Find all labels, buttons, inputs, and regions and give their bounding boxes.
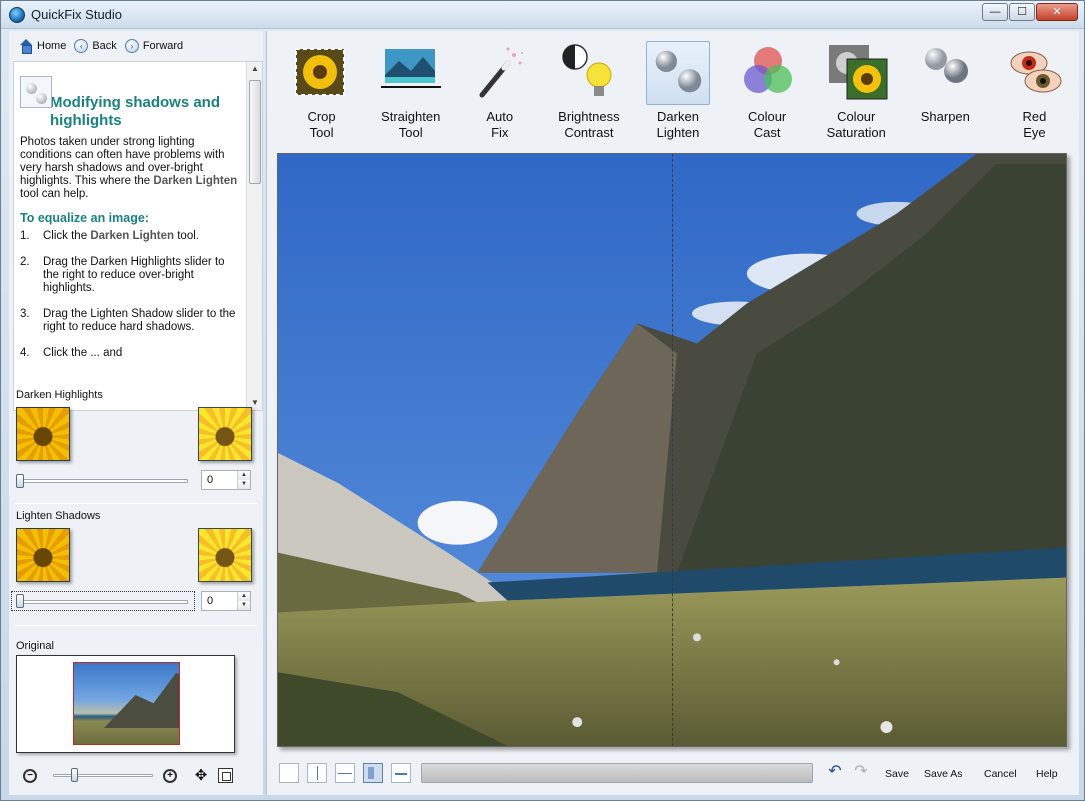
tool-brightness-contrast[interactable]: Brightness Contrast — [544, 31, 633, 143]
scroll-up-icon[interactable]: ▲ — [247, 62, 262, 76]
home-icon — [19, 39, 33, 54]
spheres-icon — [646, 41, 711, 105]
maximize-button[interactable]: ☐ — [1009, 3, 1035, 21]
lighten-shadows-label: Lighten Shadows — [16, 510, 101, 522]
title-bar: QuickFix Studio — ☐ ✕ — [1, 1, 1084, 29]
zoom-slider[interactable] — [53, 774, 153, 777]
spheres-help-icon — [20, 76, 52, 108]
help-intro: Photos taken under strong lighting condi… — [20, 136, 238, 200]
image-canvas[interactable] — [277, 153, 1067, 747]
darken-highlights-label: Darken Highlights — [16, 389, 103, 401]
tool-red-eye[interactable]: Red Eye — [990, 31, 1079, 143]
help-steps: 1. Click the Darken Lighten tool. 2. Dra… — [20, 230, 242, 360]
back-button[interactable]: ‹ Back — [74, 39, 117, 53]
forward-label: Forward — [142, 40, 184, 52]
zoom-in-icon[interactable]: + — [163, 769, 177, 783]
lighten-after-thumb — [198, 528, 252, 582]
help-step: 3. Drag the Lighten Shadow slider to the… — [20, 308, 236, 333]
tool-auto-fix[interactable]: Auto Fix — [455, 31, 544, 143]
zoom-controls: − + ✥ — [23, 767, 243, 787]
darken-highlights-spinner[interactable]: 0 ▲ ▼ — [201, 470, 251, 490]
tool-crop[interactable]: Crop Tool — [277, 31, 366, 143]
zoom-slider-knob[interactable] — [71, 768, 78, 782]
magic-wand-icon — [479, 47, 524, 98]
saturation-icon — [828, 45, 888, 100]
help-pane: Modifying shadows and highlights Photos … — [13, 61, 263, 411]
back-label: Back — [92, 40, 117, 52]
lighten-shadows-spinner[interactable]: 0 ▲ ▼ — [201, 591, 251, 611]
split-vertical-view-button[interactable] — [363, 763, 383, 783]
pan-move-icon[interactable]: ✥ — [193, 767, 209, 785]
home-label: Home — [37, 40, 67, 52]
bottom-toolbar: ↶ ↷ Save Save As Cancel Help — [267, 757, 1079, 793]
cancel-button[interactable]: Cancel — [984, 768, 1017, 780]
spin-up-icon[interactable]: ▲ — [238, 592, 250, 601]
main-panel: Crop Tool Straighten Tool Auto Fix Brigh… — [266, 31, 1079, 795]
divider — [15, 625, 257, 626]
app-window: QuickFix Studio — ☐ ✕ Home ‹ Back › Forw… — [0, 0, 1085, 801]
tool-colour-cast[interactable]: Colour Cast — [723, 31, 812, 143]
rgb-circles-icon — [743, 47, 792, 93]
tool-strip: Crop Tool Straighten Tool Auto Fix Brigh… — [267, 31, 1079, 147]
home-button[interactable]: Home — [19, 39, 67, 54]
split-horizontal-view-button[interactable] — [391, 763, 411, 783]
top-bottom-view-button[interactable] — [335, 763, 355, 783]
help-title: Modifying shadows and highlights — [50, 94, 221, 129]
forward-button[interactable]: › Forward — [124, 39, 184, 53]
help-subtitle: To equalize an image: — [20, 211, 149, 225]
darken-before-thumb — [16, 407, 70, 461]
lighten-before-thumb — [16, 528, 70, 582]
close-button[interactable]: ✕ — [1036, 3, 1078, 21]
lighten-shadows-slider[interactable] — [16, 600, 188, 604]
tool-darken-lighten[interactable]: Darken Lighten — [633, 31, 722, 143]
forward-arrow-icon: › — [124, 39, 139, 53]
help-step: 2. Drag the Darken Highlights slider to … — [20, 256, 225, 294]
original-label: Original — [16, 640, 54, 652]
red-eye-icon — [1010, 51, 1062, 93]
help-step: 1. Click the Darken Lighten tool. — [20, 230, 199, 242]
redo-icon[interactable]: ↷ — [852, 764, 870, 780]
lightbulb-icon — [562, 44, 612, 96]
app-globe-icon — [9, 7, 25, 23]
spin-up-icon[interactable]: ▲ — [238, 471, 250, 480]
original-thumbnail[interactable] — [73, 662, 180, 745]
spin-down-icon[interactable]: ▼ — [238, 601, 250, 610]
darken-highlights-slider[interactable] — [16, 479, 188, 483]
before-after-split-line[interactable] — [672, 154, 673, 746]
single-view-button[interactable] — [279, 763, 299, 783]
zoom-out-icon[interactable]: − — [23, 769, 37, 783]
darken-after-thumb — [198, 407, 252, 461]
save-as-button[interactable]: Save As — [924, 768, 963, 780]
scroll-thumb[interactable] — [249, 80, 261, 184]
fit-to-window-icon[interactable] — [218, 768, 233, 783]
left-panel: Home ‹ Back › Forward Modifying shadows … — [9, 31, 263, 795]
undo-icon[interactable]: ↶ — [826, 764, 844, 780]
help-scrollbar[interactable]: ▲ ▼ — [246, 62, 262, 410]
back-arrow-icon: ‹ — [74, 39, 89, 53]
tool-colour-saturation[interactable]: Colour Saturation — [812, 31, 901, 143]
original-preview[interactable] — [16, 655, 235, 753]
darken-slider-knob[interactable] — [16, 474, 24, 488]
divider — [15, 503, 257, 504]
save-button[interactable]: Save — [885, 768, 909, 780]
minimize-button[interactable]: — — [982, 3, 1008, 21]
help-button[interactable]: Help — [1036, 768, 1058, 780]
tool-straighten[interactable]: Straighten Tool — [366, 31, 455, 143]
straighten-icon — [381, 49, 442, 88]
tool-sharpen[interactable]: Sharpen — [901, 31, 990, 143]
side-by-side-view-button[interactable] — [307, 763, 327, 783]
crop-icon — [295, 48, 345, 96]
lighten-slider-knob[interactable] — [16, 594, 24, 608]
help-navbar: Home ‹ Back › Forward — [9, 31, 263, 61]
sharpen-spheres-icon — [924, 48, 968, 83]
progress-bar — [421, 763, 813, 783]
window-title: QuickFix Studio — [31, 7, 123, 22]
help-step: 4. Click the ... and — [20, 347, 123, 359]
spin-down-icon[interactable]: ▼ — [238, 480, 250, 489]
